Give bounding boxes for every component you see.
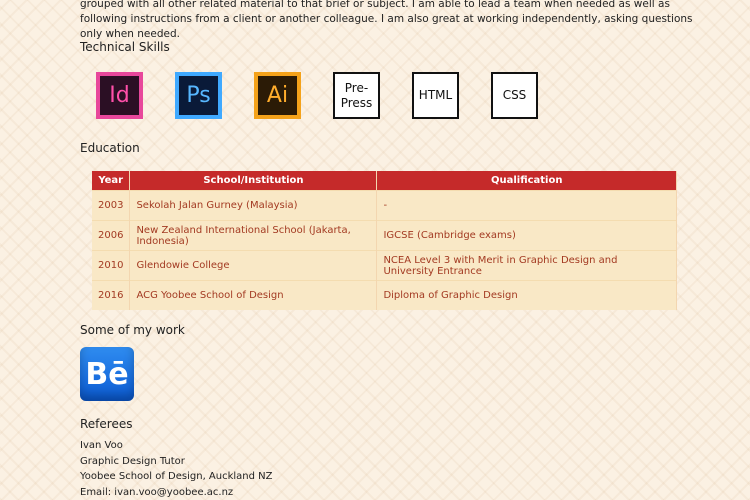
css-box: CSS (491, 72, 538, 119)
education-heading: Education (80, 141, 140, 155)
column-header-qualification: Qualification (376, 171, 677, 191)
qualification-cell: Diploma of Graphic Design (376, 280, 677, 310)
skills-row: Id Ps Ai Pre- Press HTML CSS (96, 72, 538, 119)
prepress-box: Pre- Press (333, 72, 380, 119)
referee-name: Ivan Voo (80, 440, 123, 451)
qualification-cell: NCEA Level 3 with Merit in Graphic Desig… (376, 250, 677, 281)
work-heading: Some of my work (80, 323, 185, 337)
year-cell: 2010 (92, 250, 131, 281)
qualification-cell: IGCSE (Cambridge exams) (376, 220, 677, 251)
intro-paragraph: grouped with all other related material … (80, 0, 693, 40)
school-cell: New Zealand International School (Jakart… (129, 220, 378, 251)
school-cell: Sekolah Jalan Gurney (Malaysia) (129, 190, 378, 221)
photoshop-icon: Ps (175, 72, 222, 119)
education-table: Year School/Institution Qualification 20… (92, 171, 677, 310)
skill-label-ps: Ps (186, 83, 211, 108)
table-row: 2003 Sekolah Jalan Gurney (Malaysia) - (92, 190, 677, 221)
column-header-school: School/Institution (129, 171, 378, 191)
referee-details: Ivan Voo Graphic Design Tutor Yoobee Sch… (80, 438, 273, 500)
table-header-row: Year School/Institution Qualification (92, 171, 677, 191)
indesign-icon: Id (96, 72, 143, 119)
behance-label: Bē (85, 356, 129, 392)
year-cell: 2003 (92, 190, 131, 221)
year-cell: 2016 (92, 280, 131, 310)
behance-icon[interactable]: Bē (80, 347, 134, 401)
html-box: HTML (412, 72, 459, 119)
skill-label-css: CSS (502, 88, 527, 102)
illustrator-icon: Ai (254, 72, 301, 119)
table-row: 2006 New Zealand International School (J… (92, 220, 677, 251)
skill-label-prepress: Pre- Press (340, 80, 373, 110)
column-header-year: Year (92, 171, 131, 191)
school-cell: Glendowie College (129, 250, 378, 281)
skill-label-id: Id (109, 83, 130, 108)
referee-organization: Yoobee School of Design, Auckland NZ (80, 471, 273, 482)
skill-label-ai: Ai (266, 83, 289, 108)
table-row: 2010 Glendowie College NCEA Level 3 with… (92, 250, 677, 281)
year-cell: 2006 (92, 220, 131, 251)
referees-heading: Referees (80, 417, 133, 431)
qualification-cell: - (376, 190, 677, 221)
referee-email: Email: ivan.voo@yoobee.ac.nz (80, 486, 234, 498)
school-cell: ACG Yoobee School of Design (129, 280, 378, 310)
referee-title: Graphic Design Tutor (80, 455, 185, 467)
technical-skills-heading: Technical Skills (80, 40, 170, 54)
skill-label-html: HTML (418, 88, 453, 102)
table-row: 2016 ACG Yoobee School of Design Diploma… (92, 280, 677, 310)
